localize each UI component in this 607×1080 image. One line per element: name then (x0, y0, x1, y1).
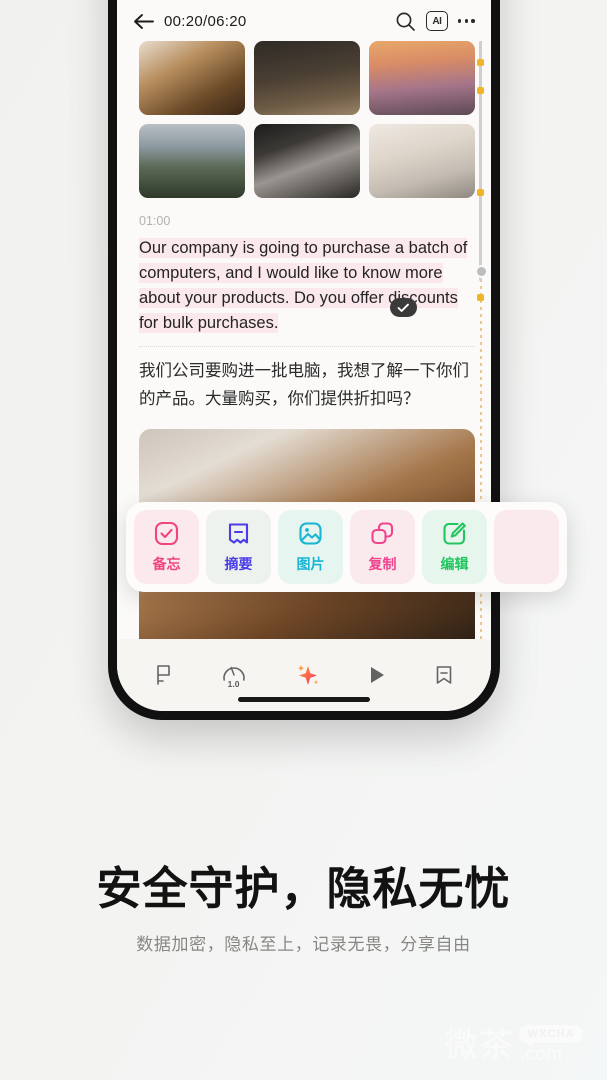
action-memo[interactable]: 备忘 (134, 510, 199, 584)
image-icon (297, 520, 324, 547)
action-summary[interactable]: 摘要 (206, 510, 271, 584)
action-edit[interactable]: 编辑 (422, 510, 487, 584)
bookmark-icon[interactable] (434, 664, 454, 686)
timeline-marker[interactable] (477, 189, 485, 196)
transcript-chinese-text: 我们公司要购进一批电脑，我想了解一下你们的产品。大量购买，你们提供折扣吗？ (139, 362, 469, 408)
action-image[interactable]: 图片 (278, 510, 343, 584)
check-badge-icon[interactable] (390, 298, 417, 317)
transcript-english-block[interactable]: Our company is going to purchase a batch… (139, 236, 475, 336)
player-bottom-bar: 1.0 (117, 639, 491, 711)
home-indicator (238, 697, 370, 702)
speed-gauge-icon[interactable]: 1.0 (221, 662, 247, 689)
ai-sparkle-icon[interactable] (293, 661, 321, 689)
playback-time: 00:20/06:20 (164, 12, 247, 30)
action-overflow[interactable] (494, 510, 559, 584)
summary-bookmark-icon (225, 520, 252, 547)
page-headline: 安全守护，隐私无忧 (96, 864, 511, 914)
timeline-marker[interactable] (477, 294, 485, 301)
flag-icon[interactable] (154, 664, 174, 686)
watermark: 微茶 WXCHA .com (444, 1018, 583, 1066)
action-label: 备忘 (152, 556, 181, 572)
transcript-divider (139, 346, 475, 347)
watermark-brand: 微茶 (444, 1028, 515, 1064)
timeline-thumb[interactable] (474, 265, 488, 278)
copy-icon (369, 520, 396, 547)
timeline-progress (479, 41, 483, 281)
ai-icon[interactable]: AI (425, 11, 448, 31)
speed-value: 1.0 (227, 679, 240, 689)
action-copy[interactable]: 复制 (350, 510, 415, 584)
more-options-icon[interactable] (457, 19, 475, 23)
transcript-timestamp: 01:00 (139, 214, 171, 228)
gallery-thumb[interactable] (254, 41, 360, 115)
back-arrow-icon[interactable] (133, 13, 154, 30)
play-icon[interactable] (367, 664, 387, 686)
check-square-icon (153, 520, 180, 547)
phone-mockup: 00:20/06:20 AI 01:00 Our company is goin… (108, 0, 500, 720)
gallery-thumb[interactable] (139, 41, 245, 115)
transcript-english-text: Our company is going to purchase a batch… (139, 238, 468, 333)
gallery-thumb[interactable] (139, 124, 245, 198)
gallery-thumb[interactable] (369, 124, 475, 198)
timeline-marker[interactable] (477, 87, 485, 94)
watermark-bubble: WXCHA (519, 1025, 583, 1047)
watermark-domain: .com (519, 1044, 563, 1065)
context-action-bar: 备忘 摘要 图片 复制 编辑 (126, 502, 567, 592)
edit-pencil-icon (441, 520, 468, 547)
photo-grid (139, 41, 475, 198)
action-label: 复制 (368, 556, 397, 572)
gallery-thumb[interactable] (369, 41, 475, 115)
watermark-right: WXCHA .com (519, 1025, 583, 1066)
phone-screen: 00:20/06:20 AI 01:00 Our company is goin… (117, 0, 491, 711)
action-label: 编辑 (440, 556, 469, 572)
action-label: 摘要 (224, 556, 253, 572)
page-subheadline: 数据加密，隐私至上，记录无畏，分享自由 (136, 935, 471, 954)
search-icon[interactable] (395, 11, 416, 32)
gallery-thumb[interactable] (254, 124, 360, 198)
action-label: 图片 (296, 556, 325, 572)
app-top-bar: 00:20/06:20 AI (117, 1, 491, 41)
timeline-marker[interactable] (477, 59, 485, 66)
